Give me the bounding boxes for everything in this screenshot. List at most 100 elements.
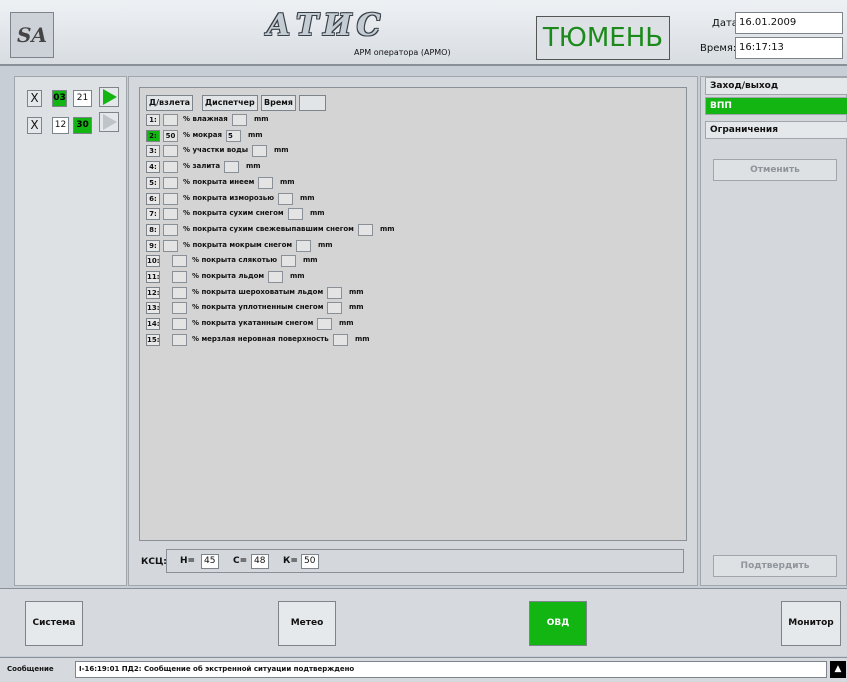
confirm-button[interactable]: Подтвердить <box>713 555 837 577</box>
time-header-button[interactable]: Время <box>261 95 296 111</box>
system-button[interactable]: Система <box>25 601 83 646</box>
runway-2-dir-b[interactable]: 30 <box>73 117 92 134</box>
row-number-button[interactable]: 13: <box>146 302 160 315</box>
percent-field[interactable] <box>163 223 178 236</box>
row-number-button[interactable]: 4: <box>146 161 160 174</box>
depth-field[interactable] <box>232 114 247 126</box>
condition-row: 9: % покрыта мокрым снегом mm <box>146 239 666 254</box>
percent-field[interactable] <box>172 318 187 331</box>
runway-1-dir-b[interactable]: 21 <box>73 90 92 107</box>
condition-row: 2: 50 % мокрая 5 mm <box>146 129 666 144</box>
row-number-button[interactable]: 14: <box>146 318 160 331</box>
percent-field[interactable] <box>163 176 178 189</box>
date-field: 16.01.2009 <box>735 12 843 34</box>
depth-field[interactable] <box>278 192 293 205</box>
condition-row: 11: % покрыта льдом mm <box>146 271 666 285</box>
right-panel: Заход/выход ВПП Ограничения Отменить Под… <box>700 76 847 586</box>
row-number-button[interactable]: 3: <box>146 145 160 158</box>
condition-row: 8: % покрыта сухим свежевыпавшим снегом mm <box>146 223 666 238</box>
ksc-c-field[interactable]: 48 <box>251 554 269 569</box>
depth-field[interactable]: 5 <box>226 129 241 142</box>
percent-field[interactable] <box>172 271 187 283</box>
runway-1-close-button[interactable]: X <box>27 90 42 107</box>
depth-field[interactable] <box>268 271 283 283</box>
runway-2-dir-a[interactable]: 12 <box>52 117 69 134</box>
percent-field[interactable] <box>172 333 187 346</box>
row-number-button[interactable]: 12: <box>146 286 160 299</box>
condition-label: % залита <box>183 162 221 171</box>
depth-field[interactable] <box>224 161 239 174</box>
depth-field[interactable] <box>333 333 348 346</box>
unit-label: mm <box>274 146 289 155</box>
runway-1-dir-a[interactable]: 03 <box>52 90 67 107</box>
depth-field[interactable] <box>327 286 342 299</box>
percent-field[interactable]: 50 <box>163 129 178 142</box>
condition-row: 5: % покрыта инеем mm <box>146 176 666 191</box>
runway-condition-panel: Д/взлета Диспетчер Время 1:% влажная mm 2:… <box>128 76 698 586</box>
ovd-button[interactable]: ОВД <box>529 601 587 646</box>
row-number-button[interactable]: 1: <box>146 114 160 126</box>
unit-label: mm <box>380 224 395 233</box>
percent-field[interactable] <box>163 161 178 174</box>
cancel-button[interactable]: Отменить <box>713 159 837 181</box>
time-field: 16:17:13 <box>735 37 843 59</box>
depth-field[interactable] <box>317 318 332 331</box>
depth-field[interactable] <box>281 255 296 268</box>
condition-row: 14: % покрыта укатанным снегом mm <box>146 318 666 332</box>
depth-field[interactable] <box>288 208 303 221</box>
time-header-field[interactable] <box>299 95 326 111</box>
row-number-button[interactable]: 7: <box>146 208 160 221</box>
percent-field[interactable] <box>163 239 178 252</box>
unit-label: mm <box>355 334 370 343</box>
unit-label: mm <box>318 240 333 249</box>
unit-label: mm <box>280 177 295 186</box>
row-number-button[interactable]: 9: <box>146 239 160 252</box>
percent-field[interactable] <box>172 286 187 299</box>
condition-label: % мерзлая неровная поверхность <box>192 334 329 343</box>
percent-field[interactable] <box>163 114 178 126</box>
ksc-h-field[interactable]: 45 <box>201 554 219 569</box>
runway-1-go-button[interactable] <box>99 87 119 107</box>
city-display: ТЮМЕНЬ <box>536 16 670 60</box>
unit-label: mm <box>248 130 263 139</box>
condition-row: 7: % покрыта сухим снегом mm <box>146 208 666 222</box>
percent-field[interactable] <box>163 208 178 221</box>
depth-field[interactable] <box>327 302 342 315</box>
runway-selector-panel: X 03 21 X 12 30 <box>14 76 127 586</box>
takeoff-header-button[interactable]: Д/взлета <box>146 95 194 111</box>
monitor-button[interactable]: Монитор <box>781 601 841 646</box>
percent-field[interactable] <box>172 255 187 268</box>
runway-2-go-button[interactable] <box>99 112 119 132</box>
percent-field[interactable] <box>163 192 178 205</box>
menu-runway[interactable]: ВПП <box>705 97 847 115</box>
menu-restrictions[interactable]: Ограничения <box>705 121 847 139</box>
row-number-button[interactable]: 8: <box>146 223 160 236</box>
header: SA АТИС АРМ оператора (АРМО) ТЮМЕНЬ Дата… <box>0 0 847 66</box>
unit-label: mm <box>290 272 305 280</box>
runway-2-close-button[interactable]: X <box>27 117 42 134</box>
depth-field[interactable] <box>296 239 311 252</box>
depth-field[interactable] <box>252 145 267 158</box>
percent-field[interactable] <box>172 302 187 315</box>
condition-label: % мокрая <box>183 130 222 139</box>
condition-row: 4: % залита mm <box>146 161 666 175</box>
depth-field[interactable] <box>358 223 373 236</box>
row-number-button[interactable]: 15: <box>146 333 160 346</box>
row-number-button[interactable]: 10: <box>146 255 160 268</box>
meteo-button[interactable]: Метео <box>278 601 336 646</box>
menu-approach-departure[interactable]: Заход/выход <box>705 77 847 95</box>
depth-field[interactable] <box>258 176 273 189</box>
dispatcher-header-button[interactable]: Диспетчер <box>202 95 258 111</box>
condition-row: 13: % покрыта уплотненным снегом mm <box>146 302 666 316</box>
percent-field[interactable] <box>163 145 178 158</box>
condition-label: % покрыта сухим свежевыпавшим снегом <box>183 224 354 233</box>
ksc-label: КСЦ: <box>141 557 167 567</box>
row-number-button[interactable]: 11: <box>146 271 160 283</box>
row-number-button[interactable]: 6: <box>146 192 160 205</box>
app-window: SA АТИС АРМ оператора (АРМО) ТЮМЕНЬ Дата… <box>0 0 847 682</box>
row-number-button[interactable]: 5: <box>146 176 160 189</box>
ksc-k-field[interactable]: 50 <box>301 554 319 569</box>
row-number-button[interactable]: 2: <box>146 129 160 142</box>
condition-label: % покрыта изморозью <box>183 193 275 202</box>
scroll-up-icon[interactable]: ▲ <box>830 661 846 678</box>
